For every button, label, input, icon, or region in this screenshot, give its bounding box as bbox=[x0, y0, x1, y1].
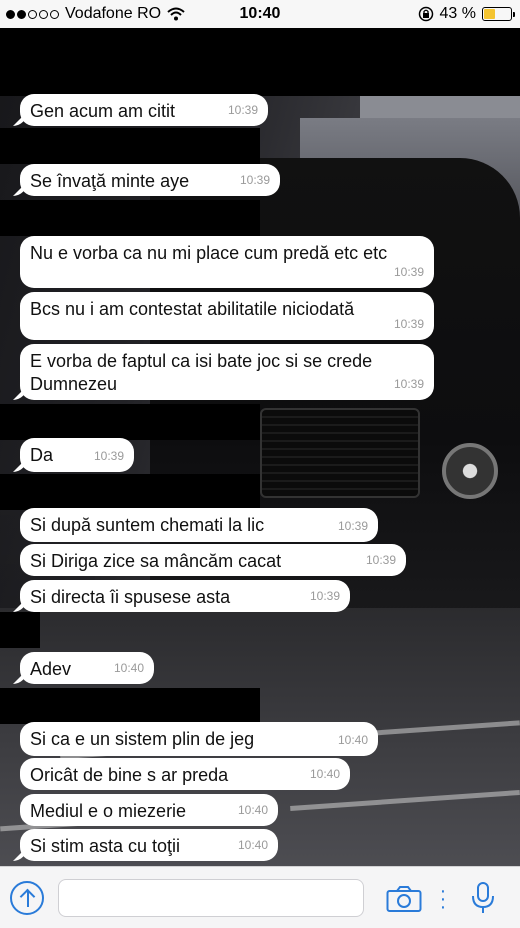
camera-icon[interactable] bbox=[386, 885, 422, 913]
message-text: Si ca e un sistem plin de jeg bbox=[30, 729, 255, 749]
redacted-block bbox=[0, 404, 260, 440]
upload-arrow-icon[interactable] bbox=[10, 881, 44, 915]
message-time: 10:39 bbox=[393, 265, 424, 279]
message-text: Si după suntem chemati la lic bbox=[30, 515, 265, 535]
message-bubble[interactable]: E vorba de faptul ca isi bate joc si se … bbox=[20, 344, 434, 400]
message-time: 10:39 bbox=[239, 173, 270, 187]
battery-fill bbox=[484, 9, 496, 19]
message-text: Mediul e o miezerie bbox=[30, 801, 187, 821]
status-bar: Vodafone RO 10:40 43 % bbox=[0, 0, 520, 28]
message-bubble[interactable]: Nu e vorba ca nu mi place cum predă etc … bbox=[20, 236, 434, 288]
message-text: Gen acum am citit bbox=[30, 101, 176, 121]
message-time: 10:40 bbox=[309, 767, 340, 781]
message-text: Si Diriga zice sa mâncăm cacat bbox=[30, 551, 282, 571]
message-bubble[interactable]: Da 10:39 bbox=[20, 438, 134, 472]
message-text: Bcs nu i am contestat abilitatile niciod… bbox=[30, 299, 355, 319]
message-input[interactable] bbox=[58, 879, 364, 917]
rotation-lock-icon bbox=[418, 6, 433, 22]
message-time: 10:39 bbox=[393, 317, 424, 331]
redacted-block bbox=[0, 612, 40, 648]
message-time: 10:40 bbox=[337, 733, 368, 747]
message-time: 10:39 bbox=[93, 449, 124, 463]
message-text: Si stim asta cu toţii bbox=[30, 836, 181, 856]
message-bubble[interactable]: Si stim asta cu toţii 10:40 bbox=[20, 829, 278, 861]
message-time: 10:40 bbox=[237, 803, 268, 817]
message-text: Oricât de bine s ar preda bbox=[30, 765, 229, 785]
battery-icon bbox=[482, 7, 515, 21]
redacted-block bbox=[0, 474, 260, 510]
message-bubble[interactable]: Si după suntem chemati la lic 10:39 bbox=[20, 508, 378, 542]
more-icon[interactable]: · · · bbox=[436, 881, 450, 917]
redacted-block bbox=[0, 688, 260, 724]
redacted-block bbox=[0, 128, 260, 164]
message-time: 10:40 bbox=[237, 838, 268, 852]
message-bubble[interactable]: Se învaţă minte aye 10:39 bbox=[20, 164, 280, 196]
message-bubble[interactable]: Bcs nu i am contestat abilitatile niciod… bbox=[20, 292, 434, 340]
microphone-icon[interactable] bbox=[470, 881, 496, 915]
message-time: 10:39 bbox=[227, 103, 258, 117]
message-bubble[interactable]: Mediul e o miezerie 10:40 bbox=[20, 794, 278, 826]
message-time: 10:39 bbox=[393, 377, 424, 391]
message-bubble[interactable]: Si ca e un sistem plin de jeg 10:40 bbox=[20, 722, 378, 756]
battery-percent: 43 % bbox=[439, 5, 476, 22]
redacted-block bbox=[0, 200, 260, 236]
message-text: E vorba de faptul ca isi bate joc si se … bbox=[30, 351, 373, 394]
message-text: Se învaţă minte aye bbox=[30, 171, 190, 191]
message-bubble[interactable]: Gen acum am citit 10:39 bbox=[20, 94, 268, 126]
message-bubble[interactable]: Adev 10:40 bbox=[20, 652, 154, 684]
message-input-bar: · · · bbox=[0, 866, 520, 928]
message-bubble[interactable]: Oricât de bine s ar preda 10:40 bbox=[20, 758, 350, 790]
message-time: 10:40 bbox=[113, 661, 144, 675]
message-time: 10:39 bbox=[337, 519, 368, 533]
message-bubble[interactable]: Si Diriga zice sa mâncăm cacat 10:39 bbox=[20, 544, 406, 576]
message-time: 10:39 bbox=[365, 553, 396, 567]
status-right: 43 % bbox=[418, 5, 515, 23]
message-text: Si directa îi spusese asta bbox=[30, 587, 231, 607]
redacted-header bbox=[0, 28, 520, 96]
message-time: 10:39 bbox=[309, 589, 340, 603]
message-bubble[interactable]: Si directa îi spusese asta 10:39 bbox=[20, 580, 350, 612]
message-text: Nu e vorba ca nu mi place cum predă etc … bbox=[30, 243, 388, 263]
